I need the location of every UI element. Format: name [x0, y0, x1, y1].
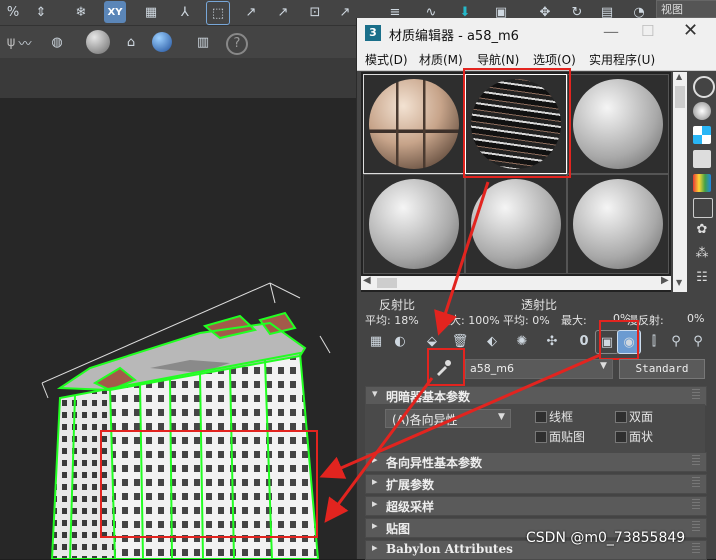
watermark: CSDN @m0_73855849 — [526, 530, 686, 546]
annotation-arrows — [319, 181, 601, 523]
